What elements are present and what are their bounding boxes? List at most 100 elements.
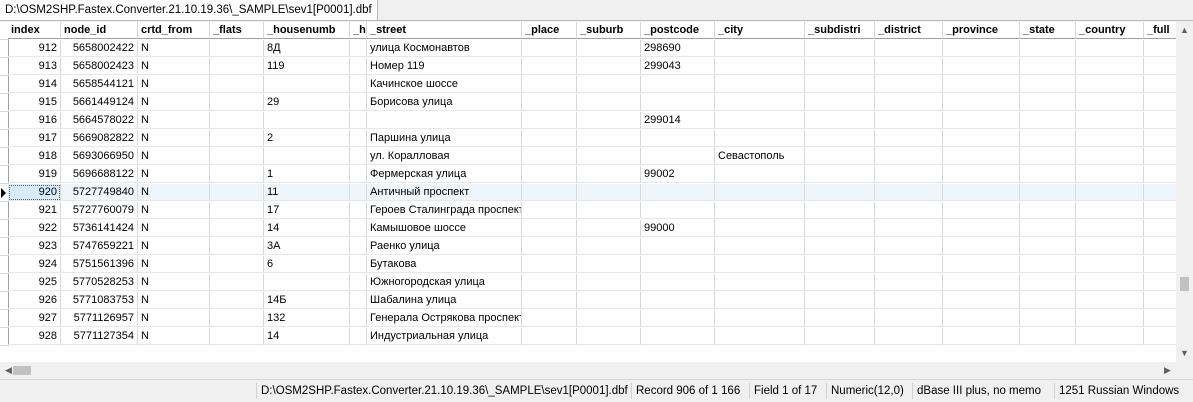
cell-country[interactable] [1076,328,1144,345]
cell-crtd_from[interactable]: N [138,58,210,75]
cell-flats[interactable] [210,310,264,327]
cell-province[interactable] [943,40,1020,57]
cell-street[interactable]: Камышовое шоссе [367,220,522,237]
cell-postcode[interactable] [641,202,715,219]
cell-province[interactable] [943,220,1020,237]
cell-place[interactable] [522,94,577,111]
cell-postcode[interactable] [641,274,715,291]
cell-housenumb[interactable] [264,148,350,165]
cell-postcode[interactable]: 298690 [641,40,715,57]
cell-index[interactable]: 922 [8,220,61,237]
cell-full[interactable] [1144,112,1176,129]
cell-subdistri[interactable] [805,202,875,219]
cell-street[interactable]: Индустриальная улица [367,328,522,345]
cell-place[interactable] [522,202,577,219]
cell-node_id[interactable]: 5727749840 [61,184,138,201]
cell-h[interactable] [350,166,367,183]
cell-city[interactable] [715,220,805,237]
cell-city[interactable] [715,184,805,201]
cell-postcode[interactable] [641,328,715,345]
cell-city[interactable] [715,130,805,147]
cell-housenumb[interactable]: 6 [264,256,350,273]
cell-housenumb[interactable]: 29 [264,94,350,111]
cell-node_id[interactable]: 5736141424 [61,220,138,237]
cell-flats[interactable] [210,220,264,237]
cell-postcode[interactable] [641,94,715,111]
cell-province[interactable] [943,112,1020,129]
cell-crtd_from[interactable]: N [138,274,210,291]
cell-node_id[interactable]: 5747659221 [61,238,138,255]
table-row[interactable]: 912 5658002422 N 8Д улица Космонавтов 298690 [0,40,1176,58]
cell-country[interactable] [1076,94,1144,111]
cell-suburb[interactable] [577,292,641,309]
cell-suburb[interactable] [577,310,641,327]
cell-province[interactable] [943,130,1020,147]
cell-suburb[interactable] [577,202,641,219]
cell-state[interactable] [1020,328,1076,345]
cell-district[interactable] [875,220,943,237]
column-header-country[interactable]: _country [1076,22,1144,39]
cell-street[interactable]: Фермерская улица [367,166,522,183]
cell-country[interactable] [1076,130,1144,147]
cell-country[interactable] [1076,76,1144,93]
cell-h[interactable] [350,310,367,327]
cell-place[interactable] [522,58,577,75]
cell-city[interactable] [715,166,805,183]
cell-country[interactable] [1076,166,1144,183]
table-row[interactable]: 928 5771127354 N 14 Индустриальная улица [0,328,1176,346]
cell-state[interactable] [1020,256,1076,273]
cell-country[interactable] [1076,202,1144,219]
column-header-index[interactable]: index [8,22,61,39]
cell-suburb[interactable] [577,94,641,111]
cell-crtd_from[interactable]: N [138,292,210,309]
column-header-place[interactable]: _place [522,22,577,39]
cell-crtd_from[interactable]: N [138,76,210,93]
cell-housenumb[interactable]: 14 [264,220,350,237]
cell-suburb[interactable] [577,112,641,129]
cell-index[interactable]: 921 [8,202,61,219]
cell-street[interactable]: Борисова улица [367,94,522,111]
cell-country[interactable] [1076,220,1144,237]
cell-index[interactable]: 928 [8,328,61,345]
cell-crtd_from[interactable]: N [138,94,210,111]
column-header-full[interactable]: _full [1144,22,1176,39]
cell-state[interactable] [1020,58,1076,75]
cell-full[interactable] [1144,238,1176,255]
cell-province[interactable] [943,184,1020,201]
cell-housenumb[interactable]: 3А [264,238,350,255]
data-grid[interactable]: index node_id crtd_from _flats _housenumb _h _… [0,22,1176,362]
cell-postcode[interactable] [641,148,715,165]
cell-subdistri[interactable] [805,328,875,345]
table-row[interactable]: 916 5664578022 N 299014 [0,112,1176,130]
column-header-district[interactable]: _district [875,22,943,39]
cell-place[interactable] [522,112,577,129]
cell-full[interactable] [1144,76,1176,93]
cell-subdistri[interactable] [805,112,875,129]
cell-state[interactable] [1020,310,1076,327]
cell-housenumb[interactable]: 14 [264,328,350,345]
cell-province[interactable] [943,148,1020,165]
file-tab[interactable]: D:\OSM2SHP.Fastex.Converter.21.10.19.36\… [0,0,378,21]
cell-place[interactable] [522,238,577,255]
cell-district[interactable] [875,202,943,219]
table-row[interactable]: 918 5693066950 Nул. Коралловая Севастополь [0,148,1176,166]
cell-full[interactable] [1144,310,1176,327]
cell-node_id[interactable]: 5669082822 [61,130,138,147]
cell-postcode[interactable] [641,184,715,201]
cell-h[interactable] [350,274,367,291]
cell-flats[interactable] [210,328,264,345]
cell-province[interactable] [943,58,1020,75]
cell-full[interactable] [1144,274,1176,291]
cell-subdistri[interactable] [805,256,875,273]
cell-district[interactable] [875,166,943,183]
cell-street[interactable]: Античный проспект [367,184,522,201]
cell-place[interactable] [522,184,577,201]
column-header-province[interactable]: _province [943,22,1020,39]
cell-postcode[interactable] [641,310,715,327]
cell-suburb[interactable] [577,40,641,57]
cell-place[interactable] [522,166,577,183]
table-row[interactable]: 922 5736141424 N 14 Камышовое шоссе 99000 [0,220,1176,238]
column-header-city[interactable]: _city [715,22,805,39]
cell-province[interactable] [943,256,1020,273]
cell-housenumb[interactable] [264,76,350,93]
